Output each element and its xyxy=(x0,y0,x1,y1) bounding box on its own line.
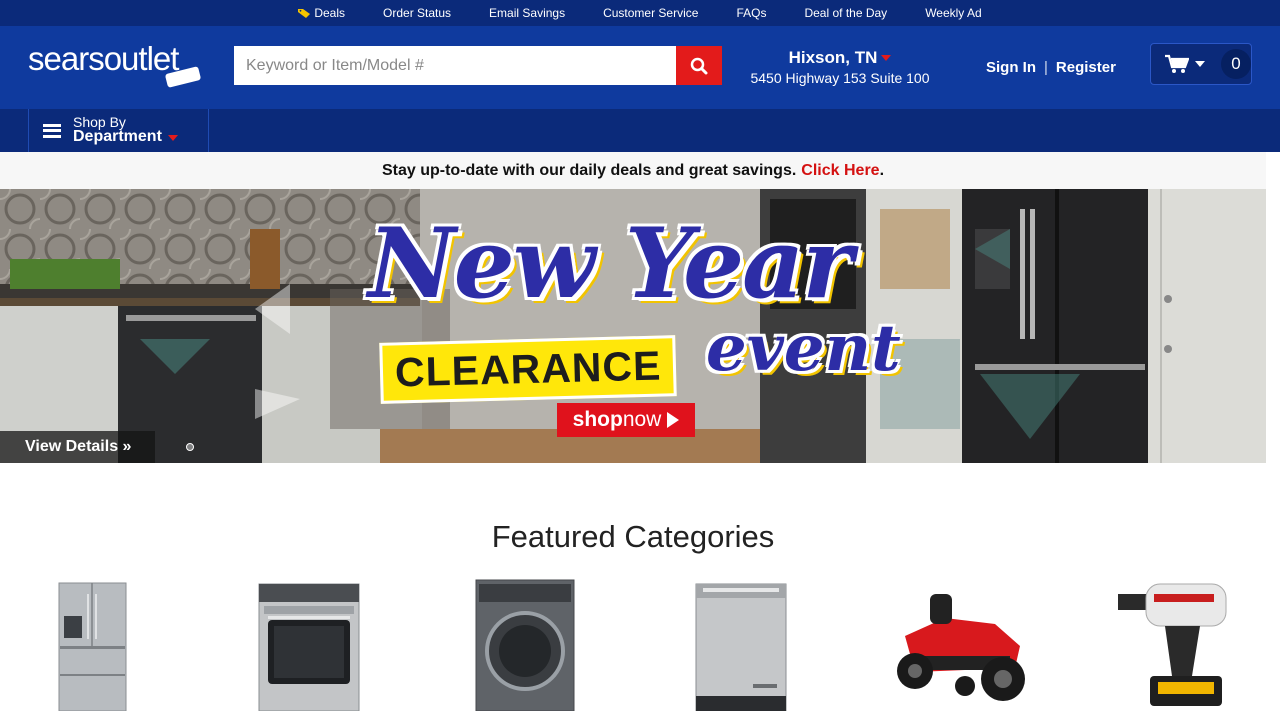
power-drill-image xyxy=(1118,583,1227,706)
refrigerator-image xyxy=(58,582,127,711)
shop-by-department-menu[interactable]: Shop By Department xyxy=(28,109,209,152)
category-washers[interactable] xyxy=(475,576,575,711)
view-details-button[interactable]: View Details » xyxy=(0,431,155,463)
tag-icon xyxy=(298,8,311,18)
deals-label: Deals xyxy=(314,6,346,20)
location-address: 5450 Highway 153 Suite 100 xyxy=(750,70,930,86)
weekly-ad-link[interactable]: Weekly Ad xyxy=(906,6,1000,20)
category-refrigerators[interactable] xyxy=(58,576,128,711)
department-nav: Shop By Department xyxy=(0,109,1280,152)
shop-now-now: now xyxy=(622,408,662,431)
search-button[interactable] xyxy=(676,46,722,85)
promo-banner: Stay up-to-date with our daily deals and… xyxy=(0,152,1266,189)
deal-of-the-day-link[interactable]: Deal of the Day xyxy=(785,6,906,20)
location-city-selector[interactable]: Hixson, TN xyxy=(789,48,892,68)
shop-now-shop: shop xyxy=(572,408,623,431)
cart-icon xyxy=(1165,54,1189,73)
shop-by-label: Shop By xyxy=(73,113,126,130)
hero-clearance-band: CLEARANCE xyxy=(379,335,678,404)
hero-banner[interactable]: New Year CLEARANCE event shopnow View De… xyxy=(0,189,1266,463)
promo-text: Stay up-to-date with our daily deals and… xyxy=(381,161,797,179)
department-label: Department xyxy=(73,128,162,146)
category-lawn-garden[interactable] xyxy=(885,576,1025,711)
department-chevron-down-icon xyxy=(167,134,178,141)
riding-mower-image xyxy=(897,594,1025,701)
hero-title: New Year xyxy=(368,207,853,320)
email-savings-link[interactable]: Email Savings xyxy=(470,6,584,20)
category-ranges[interactable] xyxy=(258,576,360,711)
search-input[interactable] xyxy=(234,46,676,85)
register-link[interactable]: Register xyxy=(1056,59,1116,76)
promo-click-here-link[interactable]: Click Here xyxy=(801,162,879,180)
range-oven-image xyxy=(258,583,360,711)
shop-now-button[interactable]: shopnow xyxy=(557,403,695,437)
location-city: Hixson, TN xyxy=(788,48,878,67)
washer-image xyxy=(475,579,575,711)
cart-count-badge: 0 xyxy=(1221,49,1251,79)
deals-link[interactable]: Deals xyxy=(279,6,364,20)
site-header: searsoutlet Hixson, TN 5450 Highway 153 … xyxy=(0,26,1280,109)
cart-button[interactable]: 0 xyxy=(1150,43,1252,85)
play-arrow-icon xyxy=(667,412,680,428)
search-icon xyxy=(690,57,708,74)
account-separator: | xyxy=(1044,59,1048,76)
account-links: Sign In | Register xyxy=(986,59,1116,76)
dishwasher-image xyxy=(695,583,787,711)
carousel-dot[interactable] xyxy=(186,443,194,451)
promo-period: . xyxy=(879,161,885,179)
hamburger-menu-icon xyxy=(43,123,61,138)
cart-chevron-down-icon xyxy=(1195,61,1205,67)
sign-in-link[interactable]: Sign In xyxy=(986,59,1036,76)
hero-event-text: event xyxy=(706,311,901,386)
category-tools[interactable] xyxy=(1110,576,1230,711)
faqs-link[interactable]: FAQs xyxy=(717,6,785,20)
store-location[interactable]: Hixson, TN 5450 Highway 153 Suite 100 xyxy=(740,48,940,86)
site-logo[interactable]: searsoutlet xyxy=(28,40,179,78)
order-status-link[interactable]: Order Status xyxy=(364,6,470,20)
category-dishwashers[interactable] xyxy=(695,576,787,711)
chevron-down-icon xyxy=(881,55,892,61)
featured-categories-title: Featured Categories xyxy=(491,519,775,554)
utility-bar: Deals Order Status Email Savings Custome… xyxy=(0,0,1280,26)
customer-service-link[interactable]: Customer Service xyxy=(584,6,717,20)
